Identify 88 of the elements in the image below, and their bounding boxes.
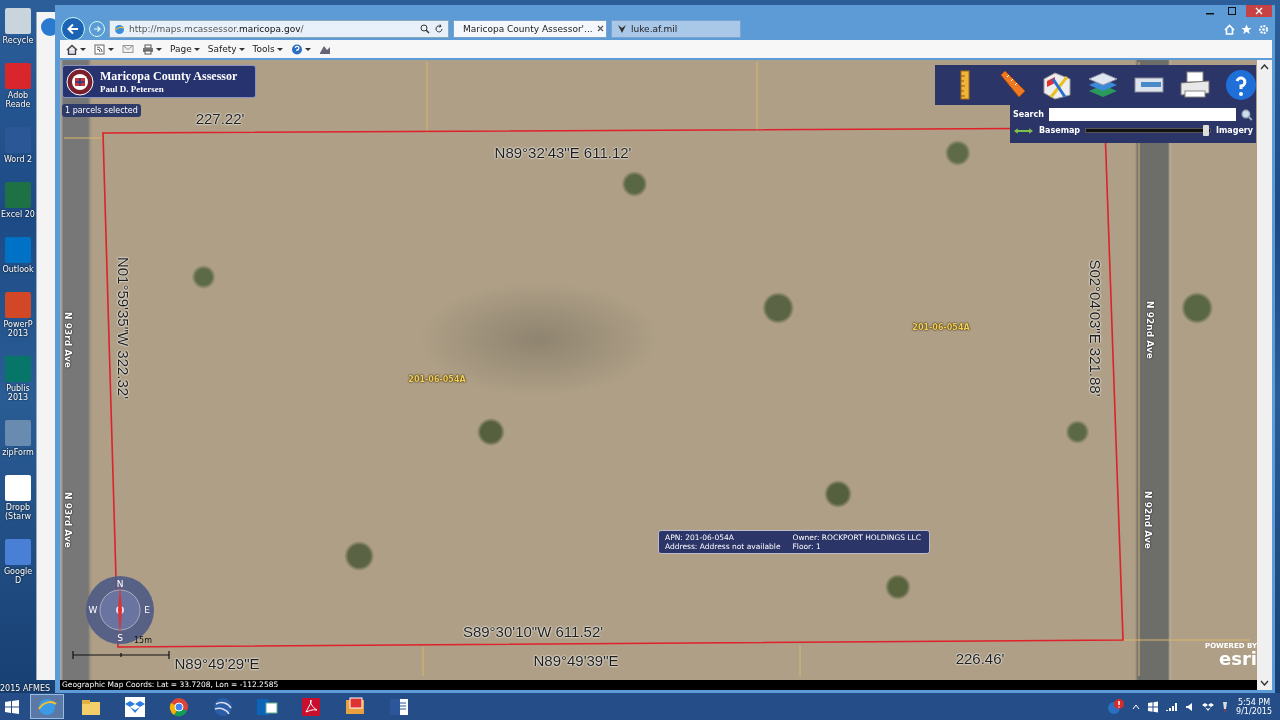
help-button[interactable] [290, 43, 311, 55]
icon-label[interactable]: Outlook [0, 265, 36, 274]
windows-start-icon[interactable] [4, 698, 20, 715]
help-icon [1225, 69, 1257, 101]
home-button[interactable] [66, 43, 86, 55]
address-bar[interactable]: http://maps.mcassessor.maricopa.gov/ [109, 20, 449, 39]
windows-flag-icon[interactable] [1147, 700, 1160, 713]
icon-label[interactable]: Dropb (Starw [0, 503, 36, 521]
forward-arrow-icon [93, 25, 101, 34]
box-icon [124, 695, 146, 718]
icon-label[interactable]: Word 2 [0, 155, 36, 164]
icon-label[interactable]: Adob Reade [0, 91, 36, 109]
signal-icon[interactable] [1166, 701, 1179, 712]
refresh-icon[interactable] [434, 24, 444, 35]
back-arrow-icon [67, 23, 79, 36]
menu-button[interactable]: Safety [207, 44, 245, 55]
home-icon[interactable] [1224, 23, 1235, 35]
map-tools-button[interactable] [1041, 69, 1073, 101]
selection-count: 1 parcels selected [62, 104, 141, 117]
icon-label[interactable]: PowerP 2013 [0, 320, 36, 338]
icon-label[interactable]: Publis 2013 [0, 384, 36, 402]
box-tray-icon[interactable] [1202, 701, 1215, 712]
dimension-label: N89°49'29"E [174, 654, 260, 672]
home-icon [66, 43, 78, 55]
ie-icon [114, 23, 125, 35]
dimension-label: 227.22' [195, 109, 245, 127]
feed-icon [94, 43, 106, 55]
seal-icon [66, 67, 94, 96]
dimension-label: 226.46' [955, 649, 1005, 667]
double-arrow-icon [1013, 126, 1034, 135]
dimension-label: N89°32'43"E 611.12' [494, 143, 632, 161]
url-text: http://maps.mcassessor.maricopa.gov/ [129, 24, 305, 35]
icon-label[interactable]: Recycle [0, 36, 36, 45]
mail-icon[interactable] [122, 44, 134, 55]
alert-icon[interactable] [1107, 697, 1126, 716]
star-icon[interactable] [1241, 23, 1252, 35]
dimension-label: S89°30'10"W 611.52' [462, 622, 604, 640]
clock[interactable]: 5:54 PM 9/1/2015 [1236, 697, 1272, 716]
printer-button[interactable] [1179, 69, 1211, 101]
scrollbar[interactable] [1257, 60, 1272, 690]
browser-tab[interactable]: luke.af.mil [611, 20, 741, 39]
app-title: Maricopa County Assessor [100, 69, 238, 84]
help-button[interactable] [1225, 69, 1257, 101]
basemap-slider[interactable] [1085, 128, 1211, 133]
parcel-label: 201-06-054A [408, 374, 466, 384]
printer-icon [142, 43, 154, 55]
search-icon[interactable] [1241, 108, 1253, 121]
circle-logo-icon [168, 695, 190, 718]
menu-button[interactable]: Tools [252, 44, 283, 55]
icon-label[interactable]: Excel 20 [0, 210, 36, 219]
close-icon [1255, 7, 1263, 15]
app-subtitle: Paul D. Petersen [100, 84, 165, 94]
dimension-label: N01°59'35"W 322.32' [114, 256, 132, 400]
menu-button[interactable]: Page [170, 44, 200, 55]
back-button[interactable] [61, 17, 85, 42]
icon-label[interactable]: Google D [0, 567, 36, 585]
icon-label[interactable]: 2015 AFMES [0, 684, 50, 693]
search-icon[interactable] [420, 24, 430, 35]
parcel-label: 201-06-054A [912, 322, 970, 332]
scroll-up-icon[interactable] [1260, 64, 1269, 70]
search-label: Search [1013, 110, 1044, 119]
globe-icon [212, 695, 234, 718]
maximize-icon [1228, 7, 1236, 15]
close-icon[interactable] [596, 25, 604, 33]
imagery-label: Imagery [1215, 126, 1253, 135]
feed-button[interactable] [94, 43, 114, 55]
browser-tab[interactable]: Maricopa County Assessor'... [453, 20, 607, 39]
dimension-label: N89°49'39"E [533, 651, 619, 669]
slider-thumb[interactable] [1203, 125, 1210, 136]
map-tools-icon [1041, 69, 1073, 101]
close-button[interactable] [1246, 5, 1272, 17]
show-hidden-icon[interactable] [1132, 703, 1141, 710]
scale-label: 15m [134, 636, 152, 645]
pen-icon[interactable] [1221, 700, 1230, 713]
help-icon [290, 43, 303, 55]
icon-label[interactable]: zipForm [0, 448, 36, 457]
street-label: N 93rd Ave [63, 492, 73, 548]
settings-icon[interactable] [1258, 23, 1269, 35]
search-field[interactable] [1048, 108, 1237, 121]
printer-icon [1179, 69, 1211, 101]
dimension-label: S02°04'03"E 321.88' [1086, 259, 1104, 397]
printer-button[interactable] [142, 43, 162, 55]
street-label: N 92nd Ave [1143, 491, 1153, 549]
street-label: N 92nd Ave [1145, 301, 1155, 359]
street-label: N 93rd Ave [63, 312, 73, 368]
document-app-icon [300, 695, 322, 718]
basemap-label: Basemap [1038, 126, 1081, 135]
scroll-down-icon[interactable] [1260, 680, 1269, 686]
